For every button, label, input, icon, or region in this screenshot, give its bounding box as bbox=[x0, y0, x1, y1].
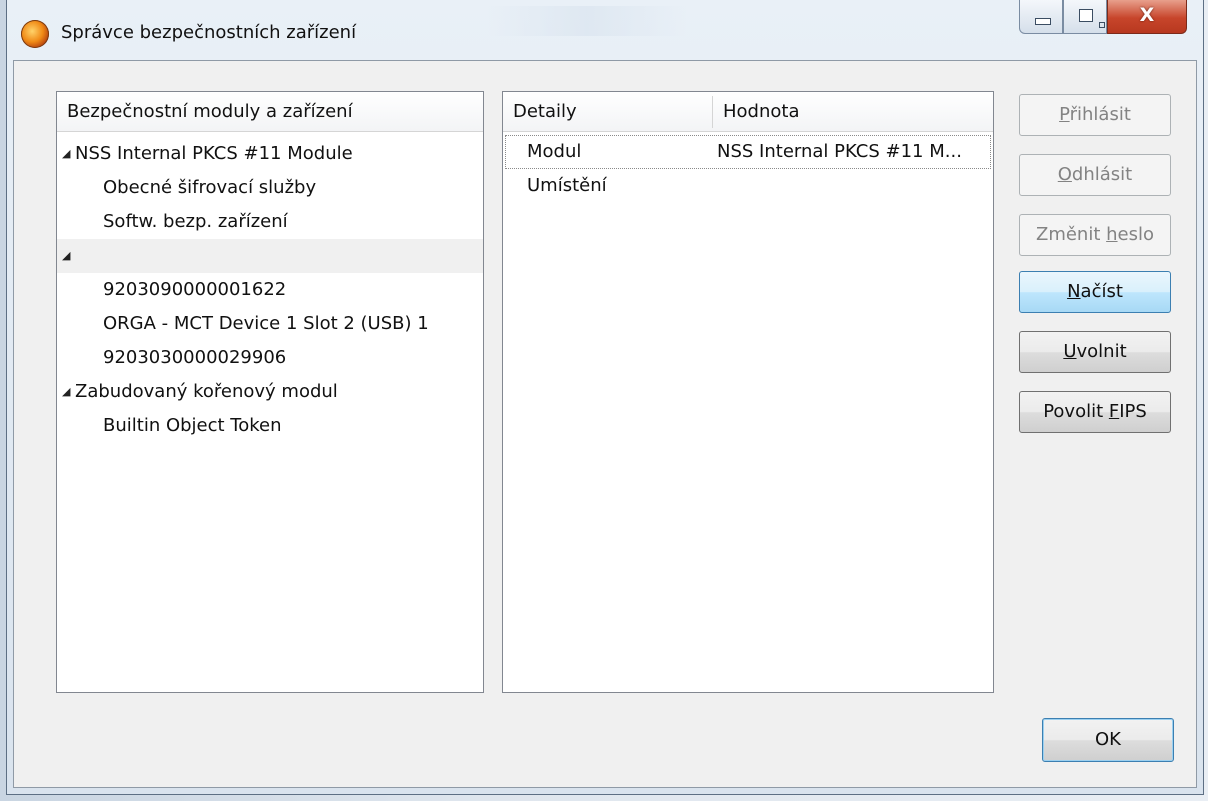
title-bar-glass bbox=[487, 6, 687, 36]
dialog-window: Správce bezpečnostních zařízení X Bezpeč… bbox=[6, 0, 1204, 795]
expand-twisty-icon[interactable]: ◢ bbox=[62, 239, 70, 273]
change-password-button[interactable]: Změnit heslo bbox=[1019, 214, 1171, 256]
minimize-button[interactable] bbox=[1019, 0, 1063, 34]
column-header-details[interactable]: Detaily bbox=[503, 92, 713, 132]
ok-button[interactable]: OK bbox=[1042, 718, 1174, 762]
dialog-client-area: Bezpečnostní moduly a zařízení ◢ NSS Int… bbox=[13, 60, 1197, 788]
detail-value: NSS Internal PKCS #11 M... bbox=[717, 141, 962, 162]
unload-button[interactable]: Uvolnit bbox=[1019, 331, 1171, 373]
tree-row-module[interactable]: ◢ bbox=[57, 239, 483, 273]
tree-row-module[interactable]: ◢ Zabudovaný kořenový modul bbox=[57, 375, 483, 409]
modules-tree-header[interactable]: Bezpečnostní moduly a zařízení bbox=[57, 92, 483, 132]
tree-row-module[interactable]: ◢ NSS Internal PKCS #11 Module bbox=[57, 137, 483, 171]
table-row[interactable]: Modul NSS Internal PKCS #11 M... bbox=[503, 135, 993, 169]
tree-row-label: Softw. bezp. zařízení bbox=[103, 211, 288, 232]
firefox-icon bbox=[21, 20, 49, 48]
minimize-icon bbox=[1035, 18, 1051, 25]
tree-row-slot[interactable]: Obecné šifrovací služby bbox=[57, 171, 483, 205]
details-table[interactable]: Detaily Hodnota Modul NSS Internal PKCS … bbox=[502, 91, 994, 693]
close-icon: X bbox=[1139, 4, 1155, 26]
tree-row-slot[interactable]: 9203030000029906 bbox=[57, 341, 483, 375]
title-bar[interactable]: Správce bezpečnostních zařízení X bbox=[7, 0, 1203, 60]
table-row[interactable]: Umístění bbox=[503, 169, 993, 203]
window-title: Správce bezpečnostních zařízení bbox=[61, 22, 357, 43]
login-button[interactable]: Přihlásit bbox=[1019, 94, 1171, 136]
logout-button[interactable]: Odhlásit bbox=[1019, 154, 1171, 196]
maximize-button[interactable] bbox=[1063, 0, 1107, 34]
tree-row-label: 9203030000029906 bbox=[103, 347, 287, 368]
modules-tree[interactable]: Bezpečnostní moduly a zařízení ◢ NSS Int… bbox=[56, 91, 484, 693]
tree-row-label: Obecné šifrovací služby bbox=[103, 177, 317, 198]
detail-name: Umístění bbox=[527, 175, 607, 196]
enable-fips-button[interactable]: Povolit FIPS bbox=[1019, 391, 1171, 433]
tree-row-slot[interactable]: 9203090000001622 bbox=[57, 273, 483, 307]
expand-twisty-icon[interactable]: ◢ bbox=[62, 375, 70, 409]
tree-row-label: Zabudovaný kořenový modul bbox=[75, 381, 338, 402]
tree-row-label: NSS Internal PKCS #11 Module bbox=[75, 143, 353, 164]
close-button[interactable]: X bbox=[1107, 0, 1187, 34]
tree-row-slot[interactable]: ORGA - MCT Device 1 Slot 2 (USB) 1 bbox=[57, 307, 483, 341]
detail-name: Modul bbox=[527, 141, 582, 162]
expand-twisty-icon[interactable]: ◢ bbox=[62, 137, 70, 171]
load-button[interactable]: Načíst bbox=[1019, 271, 1171, 313]
tree-row-slot[interactable]: Softw. bezp. zařízení bbox=[57, 205, 483, 239]
tree-row-label: Builtin Object Token bbox=[103, 415, 282, 436]
column-header-value[interactable]: Hodnota bbox=[713, 92, 993, 132]
maximize-icon bbox=[1079, 9, 1105, 28]
tree-row-label: ORGA - MCT Device 1 Slot 2 (USB) 1 bbox=[103, 313, 429, 334]
tree-row-slot[interactable]: Builtin Object Token bbox=[57, 409, 483, 443]
tree-row-label: 9203090000001622 bbox=[103, 279, 287, 300]
